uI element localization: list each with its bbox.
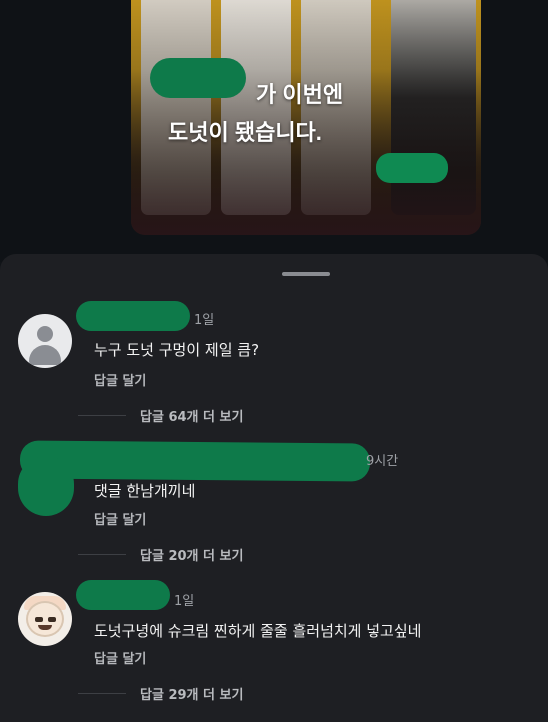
redacted-username[interactable] (76, 301, 190, 331)
redacted-button[interactable] (376, 153, 448, 183)
redacted-avatar[interactable] (18, 456, 74, 516)
reply-button[interactable]: 답글 달기 (94, 370, 146, 389)
avatar-eye (35, 617, 43, 622)
reply-button[interactable]: 답글 달기 (94, 509, 146, 528)
comment-text: 댓글 한남개끼네 (94, 482, 196, 500)
view-replies-button[interactable]: 답글 29개 더 보기 (0, 684, 548, 703)
view-replies-button[interactable]: 답글 20개 더 보기 (0, 545, 548, 564)
view-replies-label: 답글 29개 더 보기 (140, 688, 244, 703)
comment-time: 1일 (174, 594, 195, 609)
divider (78, 693, 126, 694)
sheet-drag-handle[interactable] (282, 272, 330, 276)
avatar[interactable] (18, 592, 72, 646)
comment-text: 누구 도넛 구멍이 제일 큼? (94, 341, 260, 359)
divider (78, 554, 126, 555)
avatar[interactable] (18, 314, 72, 368)
default-avatar-body (29, 345, 61, 365)
redaction-mark (150, 58, 246, 98)
view-replies-button[interactable]: 답글 64개 더 보기 (0, 406, 548, 425)
avatar-eye (48, 617, 56, 622)
reply-button[interactable]: 답글 달기 (94, 648, 146, 667)
comment-time: 1일 (194, 313, 215, 328)
default-avatar-icon (37, 326, 53, 342)
comment-text: 도넛구녕에 슈크림 찐하게 줄줄 흘러넘치게 넣고싶네 (94, 622, 422, 640)
comments-sheet: 1일 누구 도넛 구멍이 제일 큼? 답글 달기 답글 64개 더 보기 9시간… (0, 254, 548, 722)
media-section: 가 이번엔 도넛이 됐습니다. (0, 0, 548, 262)
divider (78, 415, 126, 416)
character-face-icon (26, 601, 64, 637)
caption-line-2: 도넛이 됐습니다. (168, 120, 322, 145)
view-replies-label: 답글 64개 더 보기 (140, 410, 244, 425)
comment-time: 9시간 (366, 454, 399, 469)
view-replies-label: 답글 20개 더 보기 (140, 549, 244, 564)
redacted-username[interactable] (76, 580, 170, 610)
